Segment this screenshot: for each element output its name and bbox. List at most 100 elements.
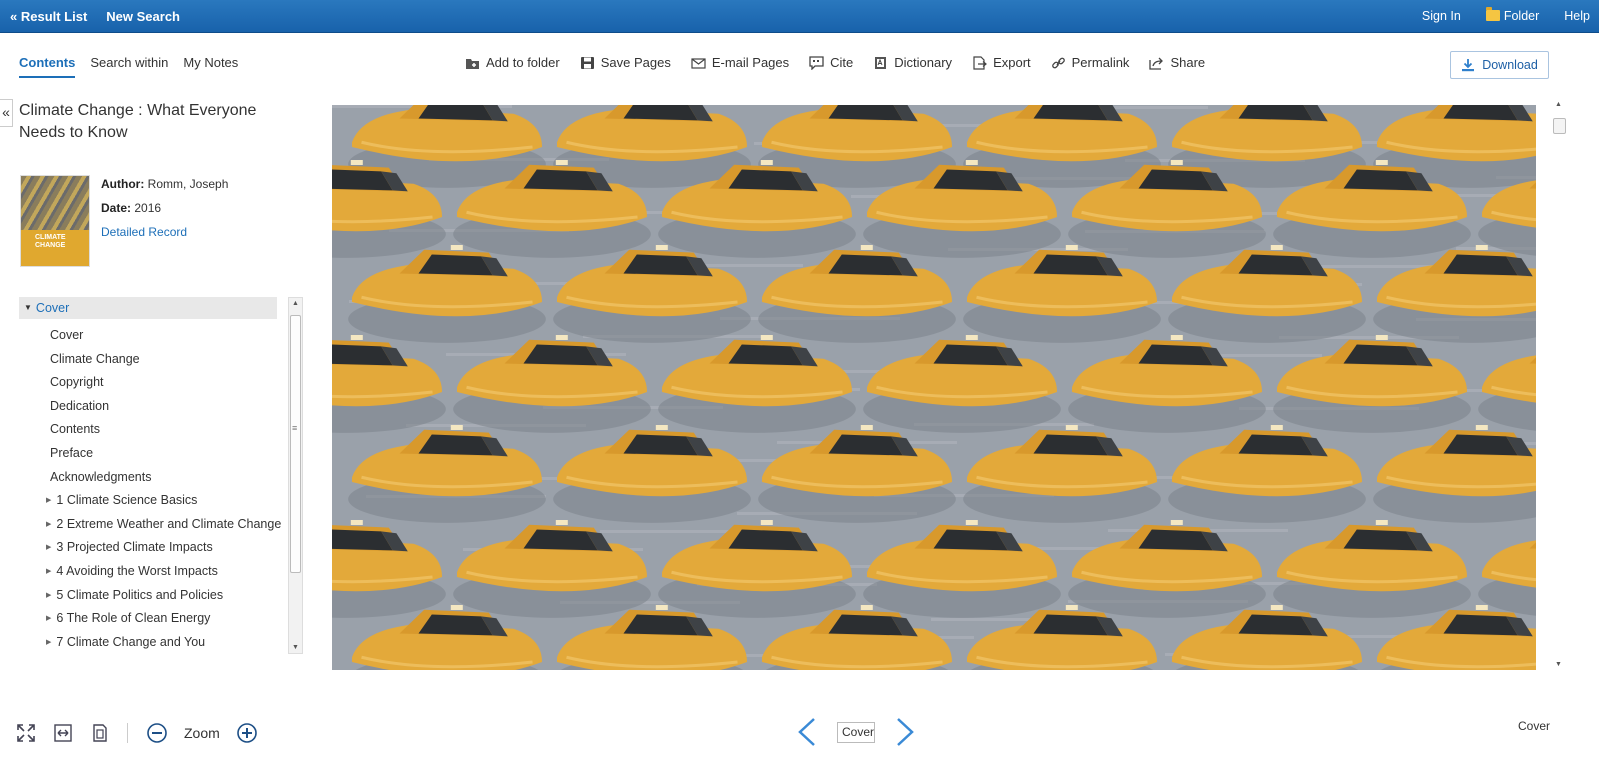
zoom-out-button[interactable] <box>145 721 169 745</box>
expand-arrow-icon[interactable]: ▶ <box>46 639 51 646</box>
cite-label: Cite <box>830 55 854 70</box>
toc-item[interactable]: Cover <box>19 324 284 348</box>
toc-item-label: Preface <box>50 445 94 460</box>
folder-link[interactable]: Folder <box>1485 7 1540 23</box>
book-cover-image <box>332 105 1536 670</box>
help-link[interactable]: Help <box>1564 9 1590 23</box>
fullscreen-icon <box>17 724 35 742</box>
new-search-link[interactable]: New Search <box>106 9 180 24</box>
page-navigation <box>796 717 916 747</box>
date-label: Date: <box>101 201 132 215</box>
fit-page-button[interactable] <box>88 721 112 745</box>
fullscreen-button[interactable] <box>14 721 38 745</box>
dictionary-book-icon <box>873 56 888 70</box>
cover-thumbnail-text: CLIMATE CHANGE <box>35 234 66 249</box>
previous-page-chevron-icon[interactable] <box>796 717 818 747</box>
toc-item-label: Climate Change <box>50 351 140 366</box>
expand-arrow-icon[interactable]: ▶ <box>46 568 51 575</box>
toc-item[interactable]: ▶ 5 Climate Politics and Policies <box>19 584 284 608</box>
toc-item[interactable]: Dedication <box>19 395 284 419</box>
download-icon <box>1462 59 1475 72</box>
toc-scrollbar-thumb[interactable] <box>290 315 301 573</box>
toc-item[interactable]: ▶ 4 Avoiding the Worst Impacts <box>19 560 284 584</box>
toc-item[interactable]: ▶ 6 The Role of Clean Energy <box>19 607 284 631</box>
share-arrow-icon <box>1149 56 1164 70</box>
export-button[interactable]: Export <box>972 55 1031 70</box>
email-pages-button[interactable]: E-mail Pages <box>691 55 789 70</box>
email-pages-label: E-mail Pages <box>711 55 790 70</box>
folder-icon <box>1485 7 1500 21</box>
result-list-link[interactable]: « Result List <box>10 9 87 24</box>
toc-item[interactable]: Copyright <box>19 371 284 395</box>
current-page-label: Cover <box>1518 719 1551 733</box>
date-value: 2016 <box>134 201 162 215</box>
download-label: Download <box>1482 58 1538 72</box>
table-of-contents: Cover Climate Change Copyright Dedication Co… <box>19 324 284 654</box>
toc-item-label: 4 Avoiding the Worst Impacts <box>56 563 218 578</box>
dictionary-label: Dictionary <box>894 55 953 70</box>
dictionary-button[interactable]: Dictionary <box>873 55 952 70</box>
toc-item-label: 2 Extreme Weather and Climate Change <box>56 516 282 531</box>
toc-item[interactable]: Preface <box>19 442 284 466</box>
save-pages-label: Save Pages <box>600 55 671 70</box>
toc-item[interactable]: ▶ 3 Projected Climate Impacts <box>19 536 284 560</box>
book-cover-thumbnail[interactable]: CLIMATE CHANGE <box>20 175 90 267</box>
scroll-down-arrow-icon[interactable]: ▼ <box>292 644 299 651</box>
toc-item[interactable]: Contents <box>19 418 284 442</box>
floppy-disk-icon <box>580 56 595 70</box>
fit-width-icon <box>54 724 72 742</box>
export-document-icon <box>972 55 987 70</box>
viewer-scrollbar-thumb[interactable] <box>1553 118 1566 134</box>
toc-item[interactable]: Acknowledgments <box>19 466 284 490</box>
author-label: Author: <box>101 177 145 191</box>
fit-width-button[interactable] <box>51 721 75 745</box>
viewer-scrollbar[interactable]: ▲ ▼ <box>1553 101 1566 668</box>
toc-item-label: 7 Climate Change and You <box>56 634 206 649</box>
expand-arrow-icon[interactable]: ▶ <box>46 521 51 528</box>
permalink-button[interactable]: Permalink <box>1051 55 1130 70</box>
tab-contents[interactable]: Contents <box>19 55 76 78</box>
toc-item[interactable]: Climate Change <box>19 348 284 372</box>
expand-arrow-icon[interactable]: ▶ <box>46 544 51 551</box>
book-title: Climate Change : What Everyone Needs to … <box>19 102 257 141</box>
permalink-label: Permalink <box>1071 55 1130 70</box>
page-viewer[interactable] <box>332 105 1536 670</box>
detailed-record-link[interactable]: Detailed Record <box>101 225 187 239</box>
next-page-chevron-icon[interactable] <box>894 717 916 747</box>
toc-item[interactable]: ▶ 1 Climate Science Basics <box>19 489 284 513</box>
share-button[interactable]: Share <box>1149 55 1205 70</box>
share-label: Share <box>1170 55 1206 70</box>
toc-item-label: Contents <box>50 422 101 437</box>
cite-button[interactable]: Cite <box>809 55 854 71</box>
scroll-up-arrow-icon[interactable]: ▲ <box>292 300 299 307</box>
add-to-folder-label: Add to folder <box>486 55 560 70</box>
toolbar-divider <box>127 723 128 743</box>
toc-item-label: Copyright <box>50 375 104 390</box>
toc-item-label: Acknowledgments <box>50 469 152 484</box>
folder-label: Folder <box>1503 9 1540 23</box>
tab-search-within[interactable]: Search within <box>90 55 168 78</box>
author-value: Romm, Joseph <box>147 177 229 191</box>
toc-item[interactable]: ▶ 7 Climate Change and You <box>19 631 284 655</box>
page-number-input[interactable] <box>837 721 875 743</box>
scroll-down-arrow-icon[interactable]: ▼ <box>1555 661 1562 668</box>
save-pages-button[interactable]: Save Pages <box>580 55 671 70</box>
tab-my-notes[interactable]: My Notes <box>183 55 238 78</box>
download-button[interactable]: Download <box>1450 51 1549 79</box>
triangle-down-icon: ▼ <box>24 303 32 312</box>
expand-arrow-icon[interactable]: ▶ <box>46 615 51 622</box>
sign-in-link[interactable]: Sign In <box>1422 9 1461 23</box>
toc-scrollbar[interactable]: ▲ ≡ ▼ <box>288 297 303 654</box>
scroll-up-arrow-icon[interactable]: ▲ <box>1555 101 1562 108</box>
collapse-panel-button[interactable]: « <box>0 99 13 127</box>
toc-item-label: 3 Projected Climate Impacts <box>56 540 213 555</box>
zoom-in-button[interactable] <box>235 721 259 745</box>
book-metadata: Author: Romm, Joseph Date: 2016 Detailed… <box>101 172 228 244</box>
expand-arrow-icon[interactable]: ▶ <box>46 497 51 504</box>
toc-item[interactable]: ▶ 2 Extreme Weather and Climate Change <box>19 513 284 537</box>
add-to-folder-button[interactable]: Add to folder <box>465 55 560 70</box>
top-navigation-bar: « Result List New Search Sign In Folder … <box>0 0 1599 33</box>
toc-section-cover[interactable]: ▼ Cover <box>19 297 277 319</box>
toc-item-label: 5 Climate Politics and Policies <box>56 587 224 602</box>
expand-arrow-icon[interactable]: ▶ <box>46 592 51 599</box>
